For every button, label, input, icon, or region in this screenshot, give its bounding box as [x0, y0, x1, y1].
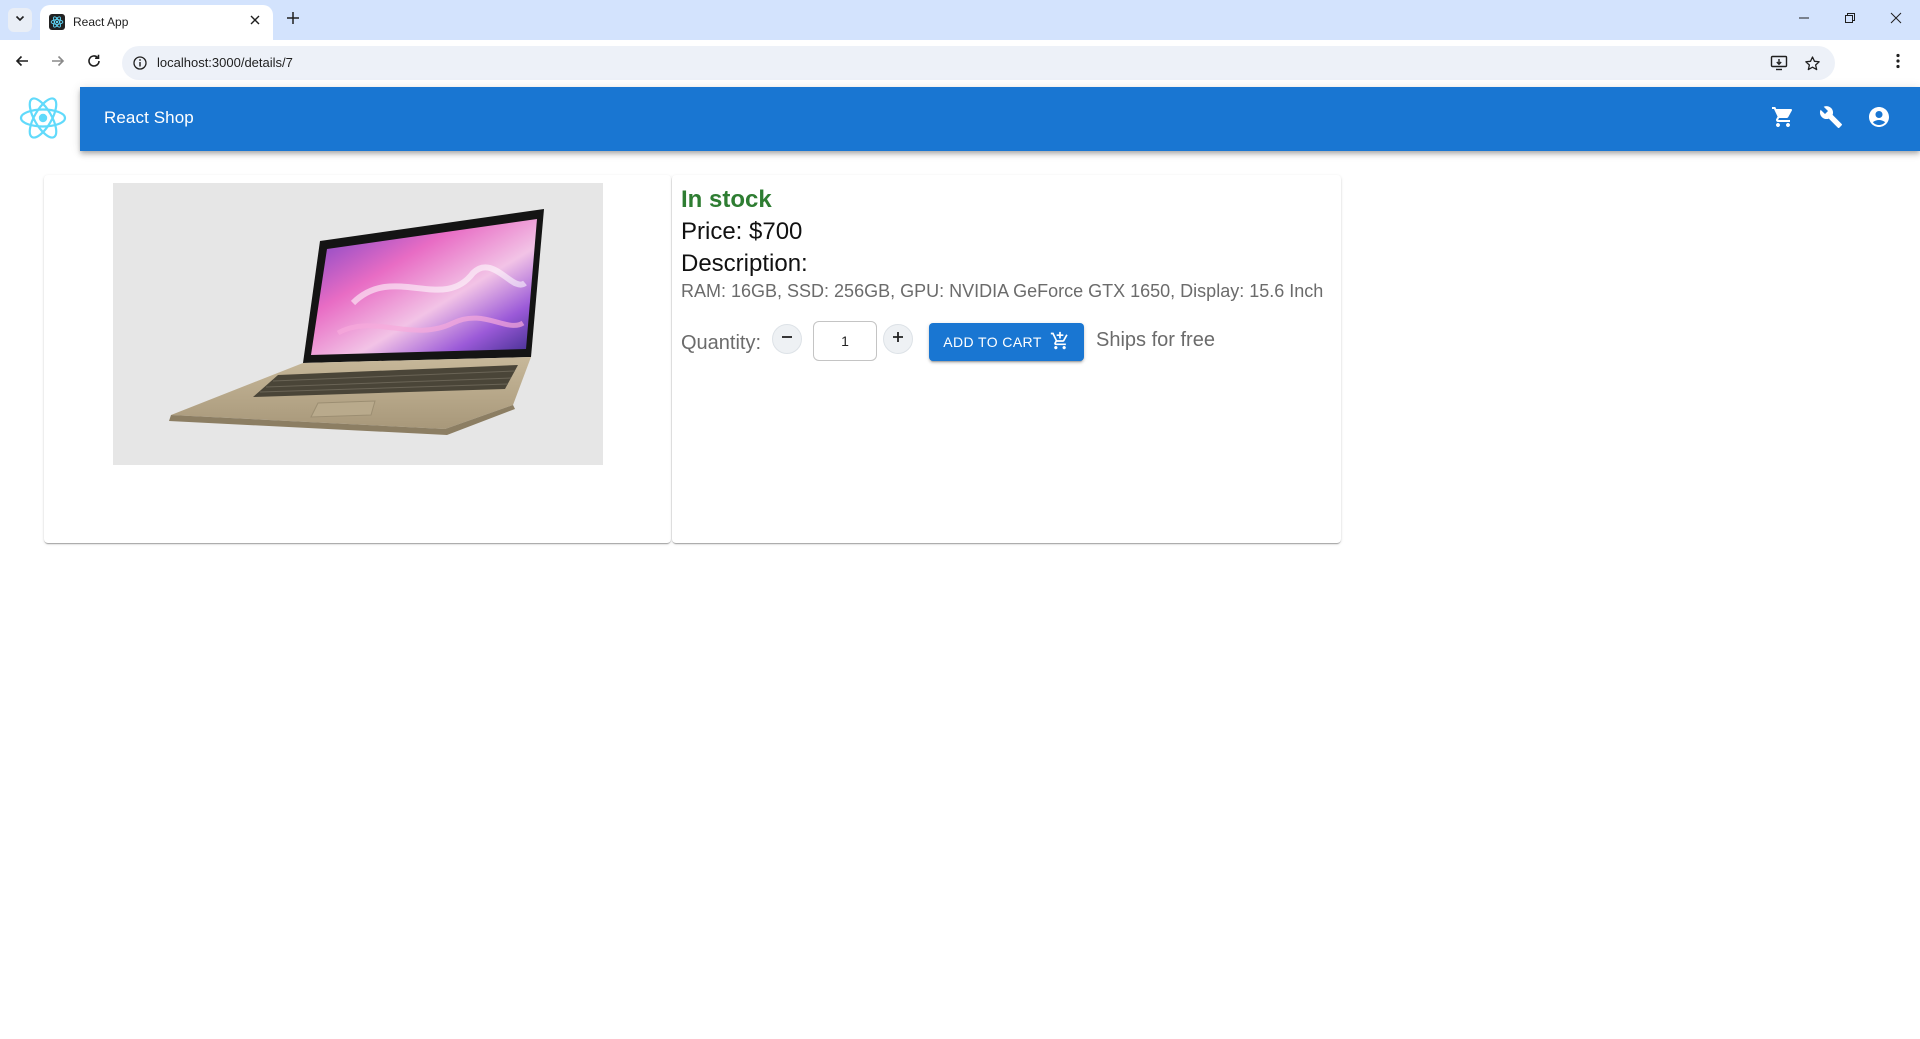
back-button[interactable] [10, 51, 34, 75]
product-price: Price: $700 [681, 218, 803, 245]
quantity-input[interactable] [813, 321, 877, 361]
close-icon [250, 12, 260, 30]
add-shopping-cart-icon [1050, 331, 1070, 354]
info-icon[interactable] [132, 55, 148, 71]
minimize-icon [1798, 11, 1810, 29]
address-bar[interactable]: localhost:3000/details/7 [122, 46, 1835, 80]
close-window-button[interactable] [1873, 0, 1919, 40]
browser-tab-strip: React App [0, 0, 1920, 40]
tab-title: React App [73, 15, 129, 29]
restore-window-button[interactable] [1827, 0, 1873, 40]
tab-search-button[interactable] [8, 8, 32, 32]
decrease-quantity-button[interactable] [772, 324, 802, 354]
arrow-left-icon [14, 53, 30, 74]
plus-icon [891, 330, 905, 349]
close-tab-button[interactable] [245, 11, 265, 31]
plus-icon [286, 11, 300, 30]
add-to-cart-label: ADD TO CART [943, 334, 1042, 350]
forward-button[interactable] [46, 51, 70, 75]
kebab-menu-icon [1896, 53, 1900, 74]
react-favicon-icon [49, 14, 65, 30]
description-heading: Description: [681, 250, 808, 277]
chevron-down-icon [14, 11, 26, 29]
add-to-cart-button[interactable]: ADD TO CART [929, 323, 1084, 361]
quantity-label: Quantity: [681, 332, 762, 354]
shipping-info: Ships for free [1096, 329, 1215, 351]
minimize-window-button[interactable] [1781, 0, 1827, 40]
browser-tab-active[interactable]: React App [40, 5, 273, 40]
product-description: RAM: 16GB, SSD: 256GB, GPU: NVIDIA GeFor… [681, 281, 1324, 301]
product-image [113, 183, 603, 465]
url-text[interactable]: localhost:3000/details/7 [157, 55, 293, 70]
reload-button[interactable] [82, 51, 106, 75]
product-details-card: In stock Price: $700 Description: RAM: 1… [672, 175, 1341, 543]
cart-icon [1771, 105, 1795, 134]
admin-tools-button[interactable] [1815, 103, 1847, 135]
app-title[interactable]: React Shop [104, 108, 194, 128]
wrench-icon [1819, 105, 1843, 134]
react-logo-icon[interactable] [18, 94, 68, 144]
product-image-card [44, 175, 671, 543]
reload-icon [86, 53, 102, 74]
cart-button[interactable] [1767, 103, 1799, 135]
install-app-icon[interactable] [1769, 53, 1789, 73]
restore-icon [1844, 11, 1856, 29]
star-icon[interactable] [1802, 53, 1822, 73]
new-tab-button[interactable] [281, 8, 305, 32]
browser-menu-button[interactable] [1886, 51, 1910, 75]
minus-icon [780, 330, 794, 349]
close-icon [1890, 11, 1902, 29]
stock-status: In stock [681, 186, 772, 213]
increase-quantity-button[interactable] [883, 324, 913, 354]
app-bar: React Shop [80, 87, 1920, 151]
browser-toolbar: localhost:3000/details/7 [0, 40, 1920, 87]
account-button[interactable] [1863, 103, 1895, 135]
arrow-right-icon [50, 53, 66, 74]
account-icon [1867, 105, 1891, 134]
